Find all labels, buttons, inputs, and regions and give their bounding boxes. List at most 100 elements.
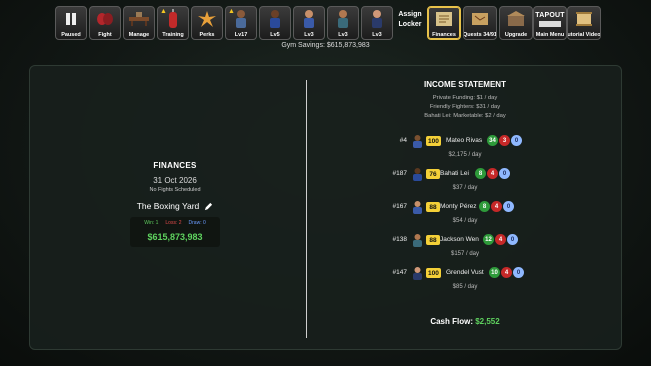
fighter-row[interactable]: #167 88 Monty Pérez 8 4 0 $54 / day	[307, 200, 623, 230]
pause-label: Paused	[61, 32, 81, 38]
gym-name-row: The Boxing Yard	[130, 201, 220, 211]
fighter-name: Monty Pérez	[440, 203, 477, 210]
fighter-rating: 88	[426, 202, 440, 212]
fighter-row[interactable]: #187 76 Bahati Lei 8 4 0 $37 / day	[307, 167, 623, 197]
fighter-portrait-icon	[260, 7, 290, 31]
marketable-income: Bahati Lei: Marketable: $2 / day	[424, 113, 506, 119]
draws-pill: 0	[503, 201, 514, 212]
friendly-fighters: Friendly Fighters: $31 / day	[429, 104, 501, 110]
finances-button[interactable]: Finances	[427, 6, 461, 40]
wins-pill: 8	[479, 201, 490, 212]
fighter-rank: #4	[399, 137, 407, 144]
fighter-slot-3[interactable]: Lv3	[293, 6, 325, 40]
draws-pill: 0	[499, 168, 510, 179]
fighter-rating: 100	[426, 136, 441, 146]
quests-button[interactable]: Quests 34/91	[463, 6, 497, 40]
quests-label: Quests 34/91	[463, 32, 497, 38]
manage-label: Manage	[128, 32, 150, 38]
training-label: Training	[162, 32, 184, 38]
fighter-pay: $2,175 / day	[448, 152, 482, 158]
wins-pill: 34	[487, 135, 498, 146]
fighter-slot-5-level: Lv3	[372, 32, 382, 38]
pause-button[interactable]: Paused	[55, 6, 87, 40]
gym-name: The Boxing Yard	[136, 201, 200, 211]
finances-panel: FINANCES 31 Oct 2026 No Fights Scheduled…	[29, 65, 622, 350]
edit-pencil-icon[interactable]	[204, 202, 213, 211]
tutorial-videos-button[interactable]: Tutorial Videos	[567, 6, 601, 40]
fighter-avatar-icon	[413, 234, 422, 247]
desk-icon	[124, 7, 154, 31]
income-statement: INCOME STATEMENT Private Funding: $1 / d…	[307, 80, 623, 326]
losses-pill: 4	[495, 234, 506, 245]
assign-locker-button[interactable]: Assign Locker	[395, 10, 425, 30]
finances-summary: FINANCES 31 Oct 2026 No Fights Scheduled…	[130, 161, 220, 247]
fighter-slot-1[interactable]: ▲ Lv17	[225, 6, 257, 40]
fighter-slot-2-level: Lv5	[270, 32, 280, 38]
fighter-pay: $85 / day	[452, 284, 478, 290]
manage-button[interactable]: Manage	[123, 6, 155, 40]
scroll-map-icon	[464, 7, 496, 31]
wins-pill: 8	[475, 168, 486, 179]
win-count: Win: 1	[144, 220, 159, 226]
main-menu-button[interactable]: TAPOUT Main Menu	[533, 6, 567, 40]
wins-pill: 10	[489, 267, 500, 278]
fighter-avatar-icon	[413, 135, 422, 148]
fighter-avatar-icon	[413, 168, 422, 181]
fighter-rating: 100	[426, 268, 441, 278]
fighter-name: Grendel Vust	[446, 269, 484, 276]
training-button[interactable]: ▲ Training	[157, 6, 189, 40]
cash-flow: Cash Flow: $2,552	[307, 317, 623, 326]
warning-icon: ▲	[160, 8, 167, 15]
upgrade-button[interactable]: Upgrade	[499, 6, 533, 40]
fighter-record: 34 3 0	[487, 135, 522, 146]
pause-icon	[56, 7, 86, 31]
draw-count: Draw: 0	[188, 220, 206, 226]
fighter-avatar-icon	[413, 201, 422, 214]
tapout-logo-text: TAPOUT	[535, 11, 565, 19]
finances-title: FINANCES	[153, 161, 197, 170]
fighter-slot-4[interactable]: Lv3	[327, 6, 359, 40]
fighter-rank: #167	[392, 203, 407, 210]
tapout-logo-icon: TAPOUT	[534, 7, 566, 31]
fighter-slot-4-level: Lv3	[338, 32, 348, 38]
fighter-rating: 88	[426, 235, 440, 245]
losses-pill: 4	[487, 168, 498, 179]
fighter-record: 10 4 0	[489, 267, 524, 278]
fighter-slot-3-level: Lv3	[304, 32, 314, 38]
current-date: 31 Oct 2026	[153, 176, 197, 185]
gym-money: $615,873,983	[147, 232, 203, 242]
ledger-icon	[428, 7, 460, 31]
fighter-rank: #147	[392, 269, 407, 276]
fighter-record: 8 4 0	[475, 168, 510, 179]
scroll-icon	[568, 7, 600, 31]
burst-icon	[192, 7, 222, 31]
fighter-row[interactable]: #138 88 Jackson Wen 12 4 0 $157 / day	[307, 233, 623, 263]
fighter-slot-5[interactable]: Lv3	[361, 6, 393, 40]
fighter-avatar-icon	[413, 267, 422, 280]
fighter-slot-1-level: Lv17	[234, 32, 248, 38]
perks-button[interactable]: Perks	[191, 6, 223, 40]
assign-label: Assign	[398, 11, 422, 18]
losses-pill: 4	[491, 201, 502, 212]
fighter-record: 12 4 0	[483, 234, 518, 245]
fighter-rank: #187	[392, 170, 407, 177]
fight-button[interactable]: Fight	[89, 6, 121, 40]
fighter-name: Bahati Lei	[440, 170, 469, 177]
fighter-pay: $157 / day	[450, 251, 480, 257]
cash-flow-label: Cash Flow:	[430, 317, 473, 326]
fighter-record: 8 4 0	[479, 201, 514, 212]
gym-upgrade-icon	[500, 7, 532, 31]
draws-pill: 0	[513, 267, 524, 278]
fighter-name: Mateo Rivas	[446, 137, 483, 144]
fighter-slot-2[interactable]: Lv5	[259, 6, 291, 40]
upgrade-label: Upgrade	[504, 32, 528, 38]
draws-pill: 0	[507, 234, 518, 245]
fighter-pay: $37 / day	[452, 185, 478, 191]
fighter-row[interactable]: #147 100 Grendel Vust 10 4 0 $85 / day	[307, 266, 623, 296]
fighter-row[interactable]: #4 100 Mateo Rivas 34 3 0 $2,175 / day	[307, 134, 623, 164]
losses-pill: 3	[499, 135, 510, 146]
fight-label: Fight	[98, 32, 112, 38]
main-menu-label: Main Menu	[535, 32, 565, 38]
fights-status: No Fights Scheduled	[149, 187, 201, 193]
perks-label: Perks	[199, 32, 215, 38]
